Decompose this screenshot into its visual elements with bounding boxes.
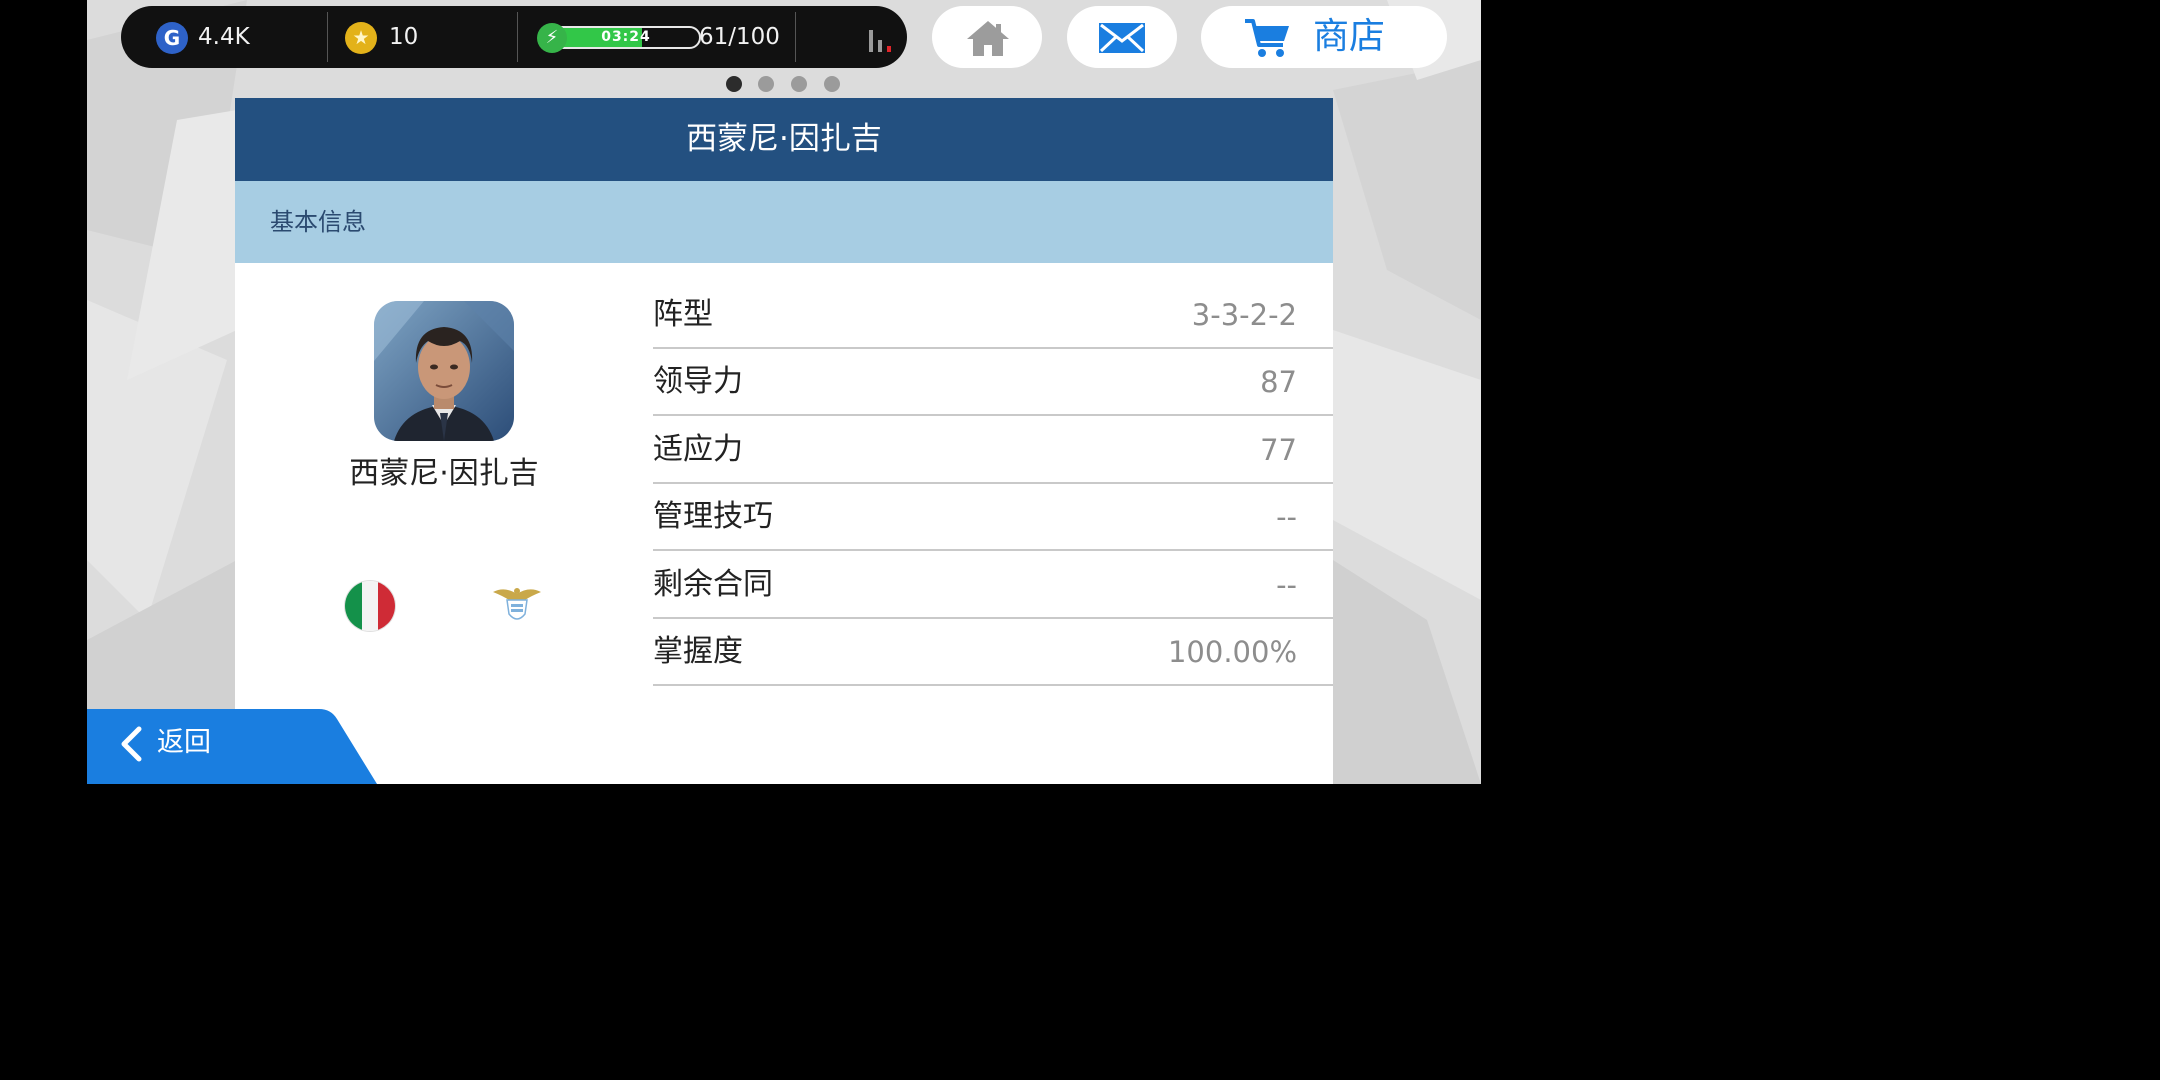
energy-timer: 03:24 xyxy=(601,29,651,45)
gp-amount: 4.4K xyxy=(198,24,250,50)
stat-label: 领导力 xyxy=(653,364,743,399)
stat-row-formation: 阵型 3-3-2-2 xyxy=(653,282,1333,349)
stat-row-leadership: 领导力 87 xyxy=(653,349,1333,416)
energy-amount: 61/100 xyxy=(699,24,780,50)
stat-row-proficiency: 掌握度 100.00% xyxy=(653,619,1333,686)
chevron-left-icon xyxy=(121,726,142,762)
game-screen: G 4.4K ★ 10 ⚡ 03:24 61/100 商店 西蒙尼·因扎吉 基本… xyxy=(87,0,1481,784)
coach-name: 西蒙尼·因扎吉 xyxy=(349,456,539,491)
stat-row-contract-remaining: 剩余合同 -- xyxy=(653,552,1333,619)
divider xyxy=(517,12,518,62)
stat-label: 掌握度 xyxy=(653,634,743,669)
divider xyxy=(327,12,328,62)
stat-label: 适应力 xyxy=(653,432,743,467)
stat-label: 阵型 xyxy=(653,297,713,332)
stat-row-management-skill: 管理技巧 -- xyxy=(653,484,1333,551)
stat-label: 剩余合同 xyxy=(653,567,773,602)
gp-currency-icon: G xyxy=(156,22,188,54)
page-dot-2[interactable] xyxy=(758,76,774,92)
energy-bolt-icon: ⚡ xyxy=(537,23,567,53)
stat-value: -- xyxy=(1276,500,1297,534)
shop-button[interactable]: 商店 xyxy=(1201,6,1447,68)
stat-value: 87 xyxy=(1260,365,1297,399)
coin-amount: 10 xyxy=(389,24,419,50)
stat-label: 管理技巧 xyxy=(653,499,773,534)
italy-flag-icon xyxy=(345,581,395,631)
section-title: 基本信息 xyxy=(270,208,366,236)
section-header: 基本信息 xyxy=(235,181,1333,263)
back-button[interactable]: 返回 xyxy=(87,709,377,784)
page-dot-4[interactable] xyxy=(824,76,840,92)
shop-label: 商店 xyxy=(1313,16,1386,57)
stat-value: -- xyxy=(1276,568,1297,602)
stat-row-adaptability: 适应力 77 xyxy=(653,417,1333,484)
divider xyxy=(795,12,796,62)
energy-bar: 03:24 xyxy=(551,26,701,49)
mail-button[interactable] xyxy=(1067,6,1177,68)
stat-value: 100.00% xyxy=(1167,635,1297,669)
lazio-eagle-icon xyxy=(493,588,541,620)
coin-icon: ★ xyxy=(345,22,377,54)
panel-title: 西蒙尼·因扎吉 xyxy=(235,98,1333,181)
cart-icon xyxy=(1245,19,1289,57)
stat-value: 77 xyxy=(1260,433,1297,467)
status-bar: G 4.4K ★ 10 ⚡ 03:24 61/100 xyxy=(121,6,907,68)
coach-info-panel: 西蒙尼·因扎吉 基本信息 西蒙尼·因扎吉 阵型 3-3-2-2 领导力 87 适… xyxy=(235,98,1333,784)
home-button[interactable] xyxy=(932,6,1042,68)
back-label: 返回 xyxy=(157,727,211,758)
coach-avatar[interactable] xyxy=(374,301,514,441)
stat-value: 3-3-2-2 xyxy=(1191,298,1297,332)
home-icon xyxy=(967,21,1009,56)
signal-bars-icon[interactable] xyxy=(867,28,895,54)
coach-portrait xyxy=(374,301,514,441)
page-dot-1[interactable] xyxy=(726,76,742,92)
mail-icon xyxy=(1099,23,1145,53)
page-dot-3[interactable] xyxy=(791,76,807,92)
